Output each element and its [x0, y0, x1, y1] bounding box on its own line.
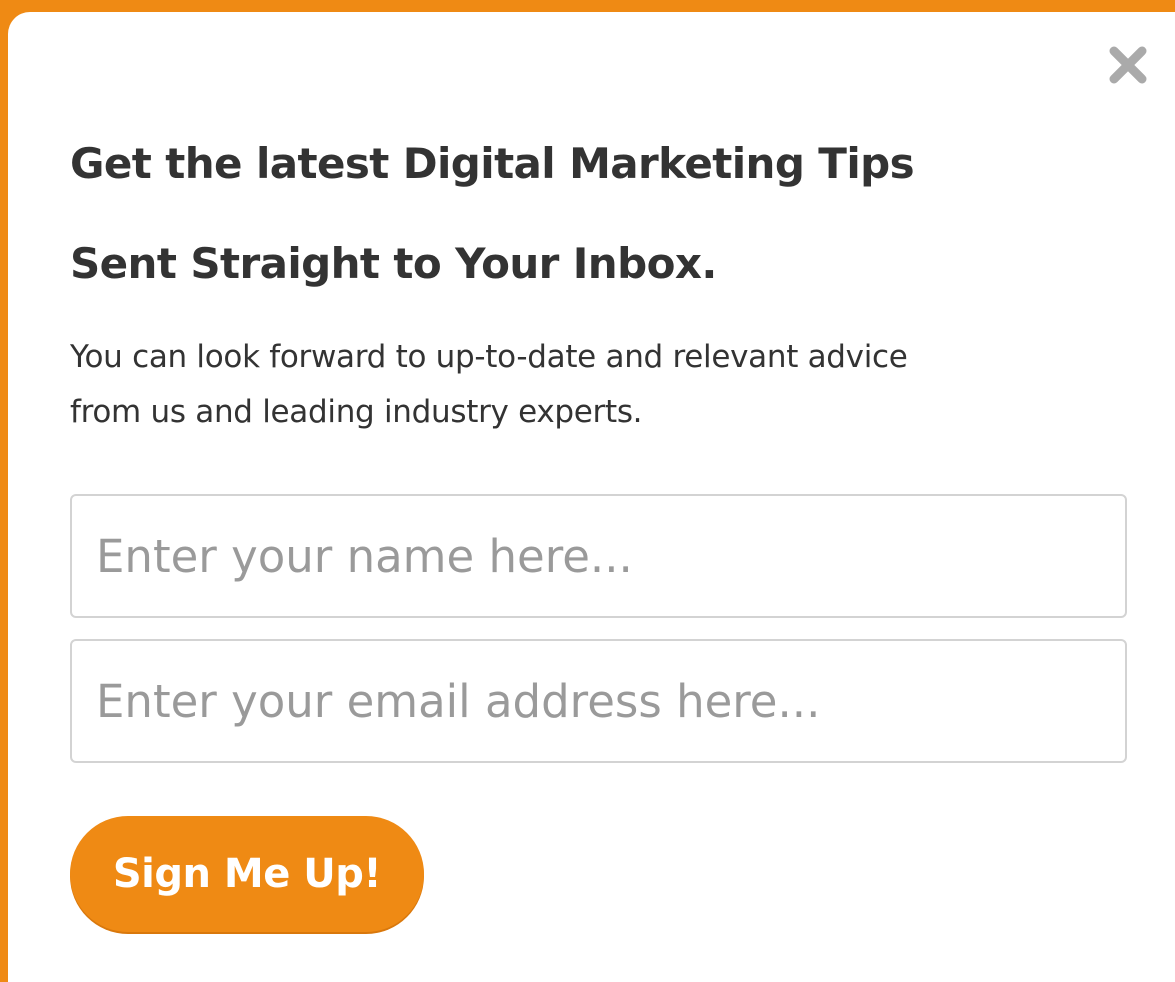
popup-description-line-1: You can look forward to up-to-date and r… [70, 339, 908, 375]
popup-title-line-1: Get the latest Digital Marketing Tips [70, 139, 915, 188]
name-input[interactable] [70, 494, 1127, 618]
popup-title: Get the latest Digital Marketing Tips Se… [70, 114, 1130, 314]
close-icon [1109, 46, 1147, 84]
popup-description-line-2: from us and leading industry experts. [70, 394, 643, 430]
sign-me-up-button[interactable]: Sign Me Up! [70, 816, 424, 932]
popup-description: You can look forward to up-to-date and r… [70, 330, 1130, 440]
close-button[interactable] [1105, 42, 1151, 88]
popup-title-line-2: Sent Straight to Your Inbox. [70, 239, 717, 288]
signup-popup: Get the latest Digital Marketing Tips Se… [8, 12, 1175, 982]
email-input[interactable] [70, 639, 1127, 763]
